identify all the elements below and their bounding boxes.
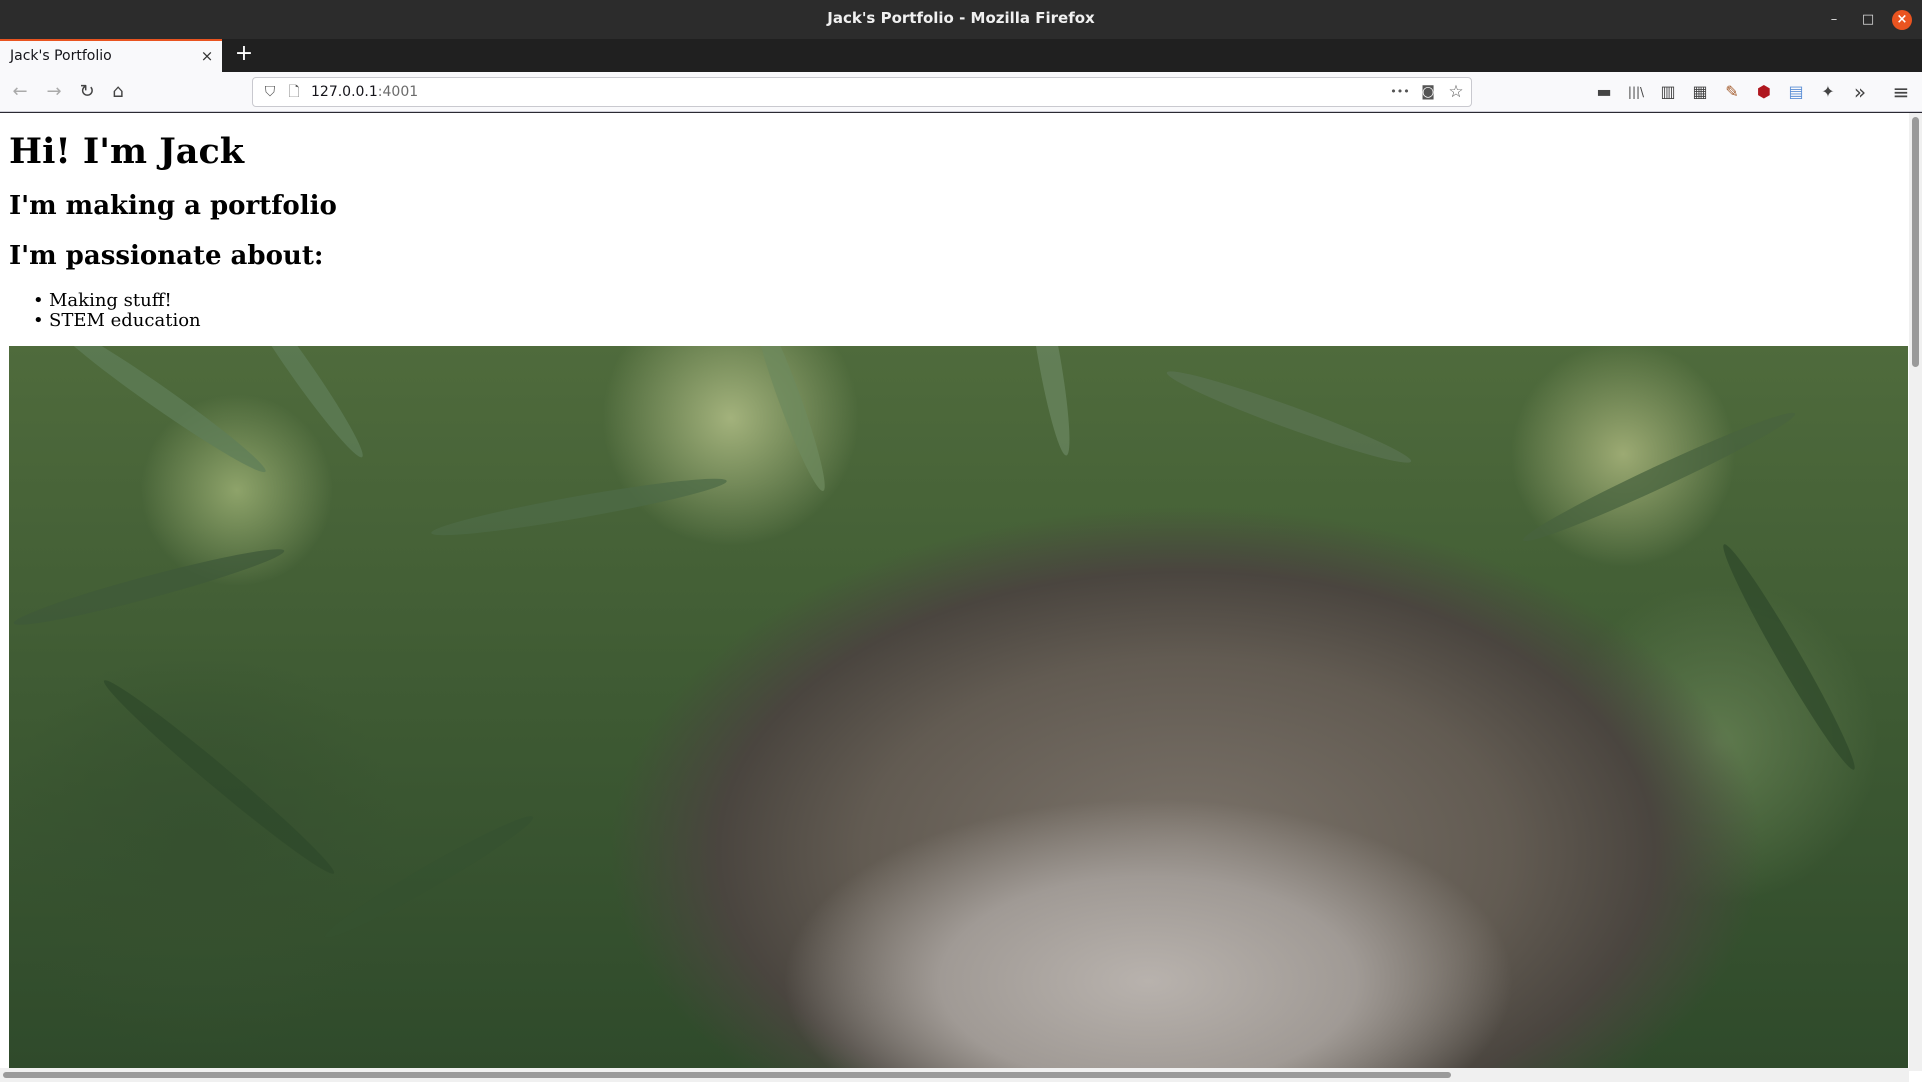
leaf-shape [1020, 346, 1078, 458]
portrait-photo [9, 346, 1908, 1068]
list-item: STEM education [33, 311, 201, 332]
tab-strip: Jack's Portfolio × + [0, 39, 1922, 72]
page-subheading: I'm making a portfolio [9, 191, 337, 221]
navigation-toolbar: ← → ↻ ⌂ ⛉ 🗋 127.0.0.1:4001 ••• ◙ ☆ ▬ |||… [0, 72, 1922, 112]
window-titlebar: Jack's Portfolio - Mozilla Firefox – □ × [0, 0, 1922, 39]
leaf-shape [226, 346, 372, 464]
document-icon[interactable]: ▤ [1784, 80, 1808, 104]
tab-label: Jack's Portfolio [10, 48, 112, 64]
close-window-button[interactable]: × [1892, 10, 1912, 30]
page-actions-icon[interactable]: ••• [1389, 81, 1411, 103]
maximize-button[interactable]: □ [1858, 10, 1878, 30]
sidebar-icon[interactable]: ▥ [1656, 80, 1680, 104]
url-port: :4001 [377, 84, 419, 100]
tab-close-icon[interactable]: × [198, 47, 216, 65]
extensions-grid-icon[interactable]: ▦ [1688, 80, 1712, 104]
list-item: Making stuff! [33, 291, 201, 312]
synced-tabs-icon[interactable]: ▬ [1592, 80, 1616, 104]
window-title: Jack's Portfolio - Mozilla Firefox [827, 9, 1095, 27]
reload-icon[interactable]: ↻ [75, 80, 99, 104]
vertical-scroll-thumb[interactable] [1912, 117, 1919, 367]
passion-heading: I'm passionate about: [9, 241, 324, 271]
horizontal-scroll-thumb[interactable] [3, 1072, 1451, 1078]
passion-list: Making stuff! STEM education [33, 291, 201, 332]
forward-icon[interactable]: → [42, 80, 66, 104]
web-content: Hi! I'm Jack I'm making a portfolio I'm … [0, 113, 1922, 1082]
leaf-shape [97, 672, 341, 882]
home-icon[interactable]: ⌂ [106, 80, 130, 104]
leaf-shape [1163, 362, 1415, 472]
ublock-icon[interactable]: ⬢ [1752, 80, 1776, 104]
tab-jacks-portfolio[interactable]: Jack's Portfolio × [0, 39, 222, 72]
horizontal-scrollbar[interactable] [0, 1068, 1909, 1082]
minimize-button[interactable]: – [1824, 10, 1844, 30]
url-host: 127.0.0.1 [311, 84, 378, 100]
leaf-shape [1518, 403, 1800, 551]
url-text[interactable]: 127.0.0.1:4001 [311, 84, 418, 100]
page-heading: Hi! I'm Jack [9, 131, 245, 172]
url-bar[interactable]: ⛉ 🗋 127.0.0.1:4001 ••• ◙ ☆ [252, 77, 1472, 107]
page-info-icon[interactable]: 🗋 [283, 81, 305, 103]
new-tab-button[interactable]: + [232, 43, 256, 67]
leaf-shape [744, 346, 834, 495]
leaf-shape [1714, 538, 1864, 776]
leaf-shape [319, 807, 539, 947]
overflow-chevron-icon[interactable]: » [1848, 80, 1872, 104]
vertical-scrollbar[interactable] [1909, 113, 1922, 1071]
shield-icon[interactable]: ⛉ [259, 81, 281, 103]
bookmark-star-icon[interactable]: ☆ [1445, 81, 1467, 103]
leaf-shape [46, 346, 272, 481]
extension-bird-icon[interactable]: ✦ [1816, 80, 1840, 104]
pocket-icon[interactable]: ◙ [1417, 81, 1439, 103]
leaf-shape [10, 540, 288, 634]
leaf-shape [429, 470, 729, 544]
library-icon[interactable]: |||\ [1624, 80, 1648, 104]
back-icon[interactable]: ← [8, 80, 32, 104]
extension-fox-icon[interactable]: ✎ [1720, 80, 1744, 104]
menu-hamburger-icon[interactable]: ≡ [1889, 80, 1913, 104]
